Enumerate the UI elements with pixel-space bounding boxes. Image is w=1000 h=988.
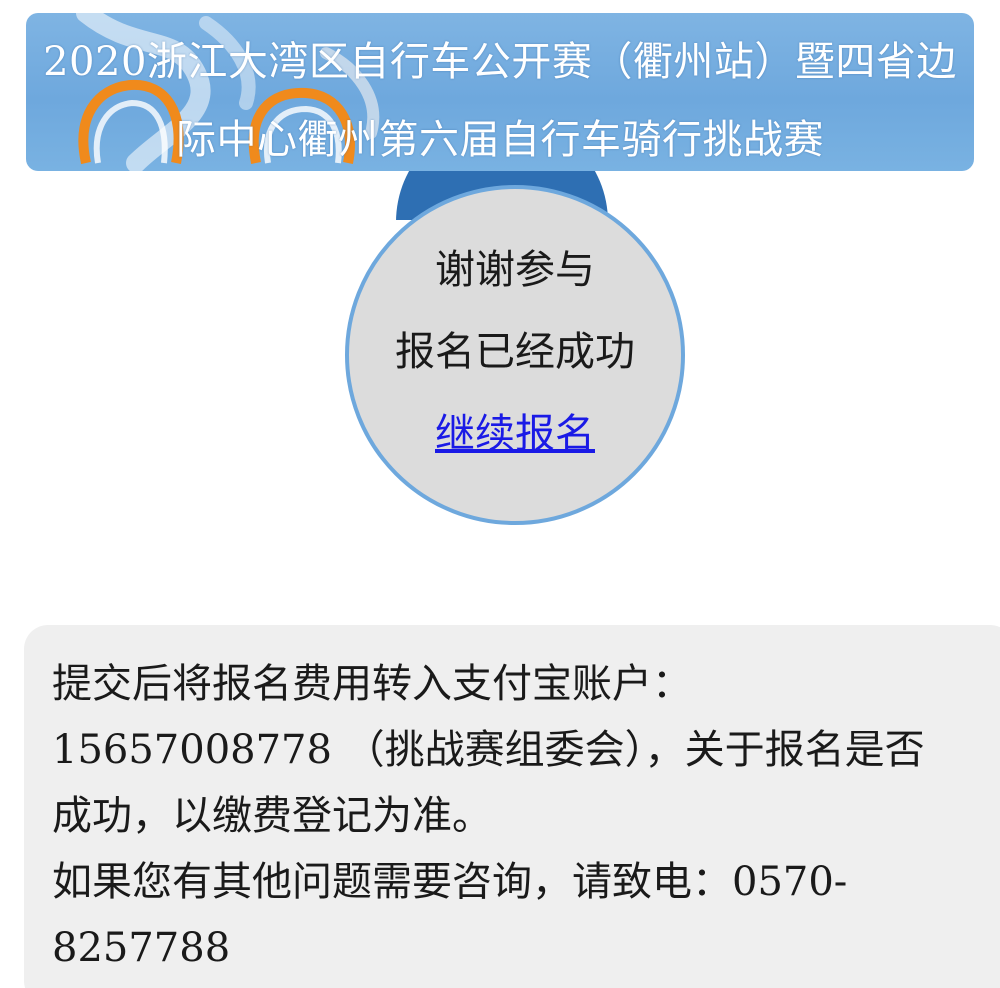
thanks-text: 谢谢参与 [435, 247, 595, 293]
payment-info-box: 提交后将报名费用转入支付宝账户： 15657008778 （挑战赛组委会），关于… [24, 625, 1000, 988]
continue-registration-link[interactable]: 继续报名 [349, 401, 681, 459]
success-message: 报名已经成功 [395, 329, 635, 375]
success-circle: 谢谢参与 报名已经成功 继续报名 [345, 185, 685, 525]
registration-success-page: 2020浙江大湾区自行车公开赛（衢州站）暨四省边 际中心衢州第六届自行车骑行挑战… [0, 0, 1000, 988]
banner-title: 2020浙江大湾区自行车公开赛（衢州站）暨四省边 际中心衢州第六届自行车骑行挑战… [26, 23, 974, 171]
banner-title-line1: 2020浙江大湾区自行车公开赛（衢州站）暨四省边 [43, 39, 957, 85]
info-line-account: 15657008778 （挑战赛组委会），关于报名是否 [52, 727, 925, 773]
info-line-payment: 提交后将报名费用转入支付宝账户： [52, 661, 692, 707]
info-line-confirm: 成功，以缴费登记为准。 [52, 793, 492, 839]
banner-title-line2: 际中心衢州第六届自行车骑行挑战赛 [176, 117, 824, 163]
header-banner: 2020浙江大湾区自行车公开赛（衢州站）暨四省边 际中心衢州第六届自行车骑行挑战… [26, 13, 974, 171]
info-line-contact: 如果您有其他问题需要咨询，请致电：0570- [52, 859, 848, 905]
info-line-phone: 8257788 [52, 925, 231, 971]
